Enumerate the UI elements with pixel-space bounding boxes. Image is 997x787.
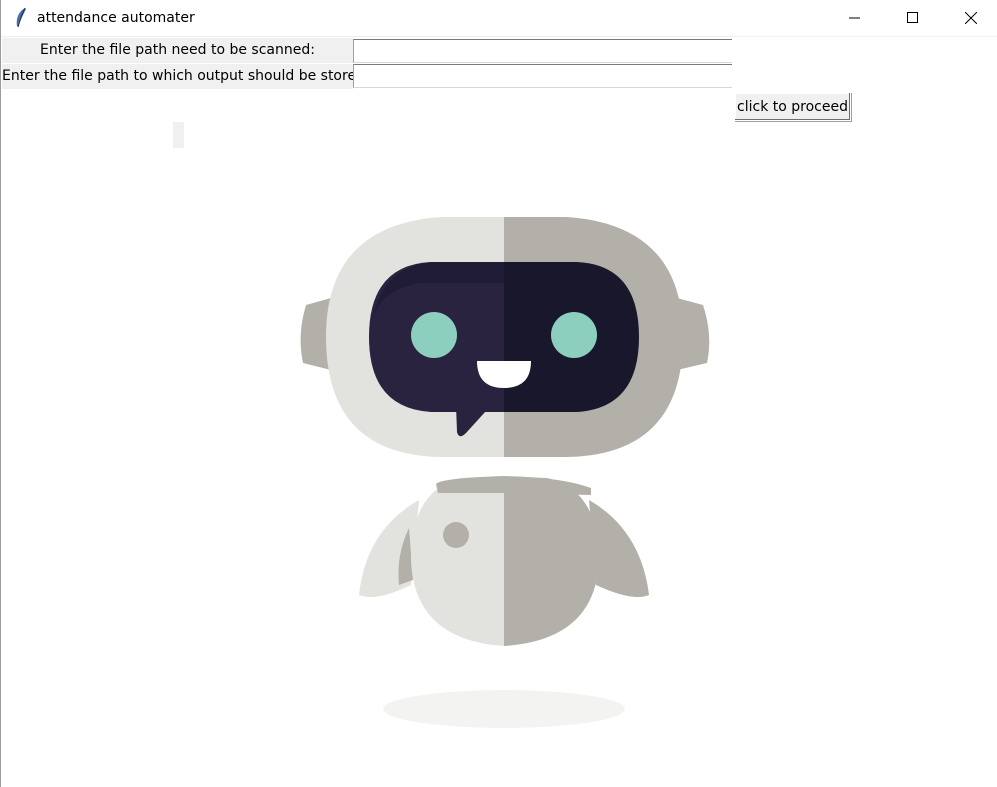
minimize-icon	[849, 17, 860, 19]
maximize-icon	[907, 12, 918, 23]
robot-image	[300, 217, 710, 728]
scan-path-input[interactable]	[353, 39, 732, 63]
window-title: attendance automater	[37, 10, 195, 26]
feather-icon	[16, 7, 26, 28]
proceed-button[interactable]: click to proceed	[734, 92, 851, 121]
status-label	[173, 122, 184, 148]
maximize-button[interactable]	[884, 0, 942, 36]
output-path-input[interactable]	[353, 64, 732, 88]
close-icon	[965, 12, 977, 24]
app-window: attendance automater Enter the file path…	[0, 0, 997, 787]
minimize-button[interactable]	[826, 0, 884, 36]
title-bar[interactable]: attendance automater	[1, 0, 997, 37]
scan-path-label: Enter the file path need to be scanned:	[2, 38, 353, 63]
close-button[interactable]	[942, 0, 997, 36]
output-path-label: Enter the file path to which output shou…	[2, 64, 370, 89]
